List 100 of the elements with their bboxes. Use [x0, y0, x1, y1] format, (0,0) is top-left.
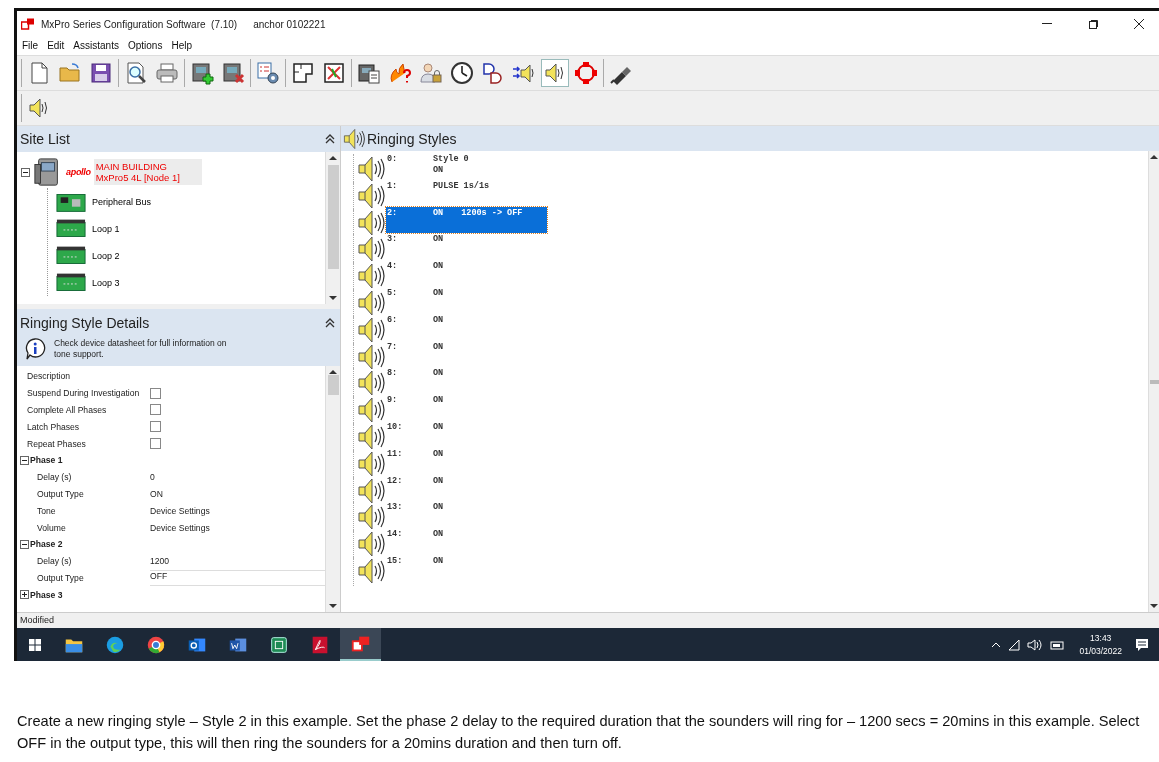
tree-item[interactable]: Loop 1 — [90, 222, 122, 235]
checkbox[interactable] — [150, 438, 161, 450]
style-entry[interactable]: 11: ON — [386, 447, 547, 474]
style-number: 8: — [387, 368, 399, 381]
caption-text: Create a new ringing style – Style 2 in this example. Set the phase 2 delay to the required duration that the sounders will ring for – 1200 secs = 20mins in this example. Select OFF in the output type, this will then ring the sounders for a 20mins duration and then turn off. — [17, 712, 1141, 753]
property-value[interactable]: Device Settings — [150, 522, 325, 533]
scrollbar-thumb[interactable] — [327, 375, 339, 395]
scroll-down-icon[interactable] — [1150, 603, 1158, 609]
property-label: Output Type — [36, 488, 85, 499]
toolbar-button[interactable] — [448, 59, 476, 87]
style-entry[interactable]: 0: Style 0 ON — [386, 153, 547, 179]
style-output: ON — [433, 502, 444, 513]
property-label: Delay (s) — [36, 472, 73, 483]
panel-cross-icon — [221, 61, 245, 85]
style-output: ON — [433, 261, 444, 272]
style-entry[interactable]: 4: ON — [386, 260, 547, 287]
scroll-down-icon[interactable] — [329, 295, 337, 301]
style-entry[interactable]: 12: ON — [386, 474, 547, 501]
style-entry[interactable]: 14: ON — [386, 528, 547, 555]
clock-icon — [450, 61, 474, 85]
speaker-icon — [353, 395, 386, 426]
wifi-icon[interactable] — [1008, 638, 1021, 651]
style-output: ON — [433, 314, 444, 325]
property-value[interactable]: OFF — [150, 569, 325, 586]
collapse-icon[interactable] — [325, 134, 335, 144]
scrollbar-thumb[interactable] — [327, 165, 339, 269]
floor-plan-icon — [291, 61, 315, 85]
checkbox[interactable] — [150, 421, 161, 433]
menu-item[interactable]: Assistants — [73, 39, 119, 51]
style-entry[interactable]: 5: ON — [386, 287, 547, 313]
speaker-icon — [353, 421, 386, 452]
battery-icon[interactable] — [1050, 639, 1067, 650]
style-entry[interactable]: 10: ON — [386, 420, 547, 447]
menu-item[interactable]: Help — [171, 39, 192, 51]
app-logo-icon — [21, 18, 35, 30]
scrollbar-thumb[interactable] — [1149, 380, 1159, 384]
expand-icon[interactable] — [20, 590, 29, 600]
collapse-icon[interactable] — [20, 539, 29, 549]
clock[interactable]: 13:43 01/03/2022 — [1073, 633, 1128, 656]
property-value[interactable]: Device Settings — [150, 505, 325, 516]
property-label: Tone — [36, 505, 57, 516]
scroll-down-icon[interactable] — [329, 603, 337, 609]
toolbar-button[interactable] — [541, 59, 569, 87]
style-output: ON — [433, 207, 444, 218]
style-output: PULSE 1s/1s — [433, 180, 490, 191]
speaker-icon — [353, 180, 386, 211]
checkbox[interactable] — [150, 404, 161, 416]
property-label: Suspend During Investigation — [26, 388, 141, 399]
window-title: MxPro Series Configuration Software (7.10) — [41, 18, 238, 30]
scroll-up-icon[interactable] — [329, 155, 337, 161]
scroll-up-icon[interactable] — [1150, 154, 1158, 160]
speaker-icon — [353, 502, 386, 533]
ring-network-icon — [574, 61, 598, 85]
style-entry[interactable]: 7: ON — [386, 340, 547, 367]
style-entry[interactable]: 2: ON 1200s -> OFF — [386, 206, 547, 233]
speaker-icon — [353, 314, 386, 345]
style-entry[interactable]: 6: ON — [386, 313, 547, 340]
style-output: ON — [433, 234, 444, 245]
tree-item[interactable]: Loop 3 — [90, 276, 122, 289]
tree-item[interactable]: Peripheral Bus — [90, 195, 154, 208]
style-entry[interactable]: 9: ON — [386, 394, 547, 421]
style-name: Style 0 — [433, 154, 469, 164]
collapse-icon[interactable] — [20, 455, 29, 465]
volume-icon[interactable] — [1027, 638, 1044, 651]
speaker-icon — [353, 555, 386, 586]
start-icon[interactable] — [29, 638, 41, 651]
menu-item[interactable]: Options — [127, 39, 163, 51]
property-label: Repeat Phases — [26, 438, 87, 449]
checkbox[interactable] — [150, 387, 161, 399]
clock-time: 13:43 — [1090, 633, 1112, 643]
toolbar-button[interactable] — [254, 59, 282, 87]
tree-item[interactable]: Loop 2 — [90, 249, 122, 262]
style-output: ON — [433, 475, 444, 486]
minimize-icon — [1042, 23, 1052, 25]
style-number: 15: — [387, 555, 404, 568]
style-number: 11: — [387, 448, 404, 461]
crossed-box-icon — [322, 61, 346, 85]
notification-icon[interactable] — [1135, 637, 1149, 652]
speaker-icon — [353, 368, 386, 399]
speaker-icon — [353, 261, 386, 292]
style-entry[interactable]: 15: ON — [386, 554, 547, 581]
style-number: 4: — [387, 261, 399, 274]
chevron-up-icon[interactable] — [991, 641, 1002, 648]
printer-icon — [155, 61, 179, 85]
collapse-icon[interactable] — [325, 318, 335, 328]
taskbar-button[interactable] — [340, 628, 381, 661]
collapse-icon[interactable] — [21, 167, 30, 177]
property-value[interactable]: ON — [150, 488, 325, 499]
style-entry[interactable]: 1: PULSE 1s/1s — [386, 179, 547, 206]
tree-item[interactable]: MAIN BUILDING MxPro5 4L [Node 1] — [93, 159, 202, 185]
menu-item[interactable]: File — [22, 39, 39, 51]
menu-item[interactable]: Edit — [47, 39, 65, 51]
property-value[interactable]: 0 — [150, 472, 325, 483]
style-entry[interactable]: 8: ON — [386, 367, 547, 394]
style-entry[interactable]: 13: ON — [386, 501, 547, 528]
style-number: 14: — [387, 529, 404, 542]
property-label: Output Type — [36, 572, 85, 583]
style-entry[interactable]: 3: ON — [386, 233, 547, 260]
logic-gate-icon — [481, 61, 505, 85]
property-value[interactable]: 1200 — [150, 556, 325, 567]
